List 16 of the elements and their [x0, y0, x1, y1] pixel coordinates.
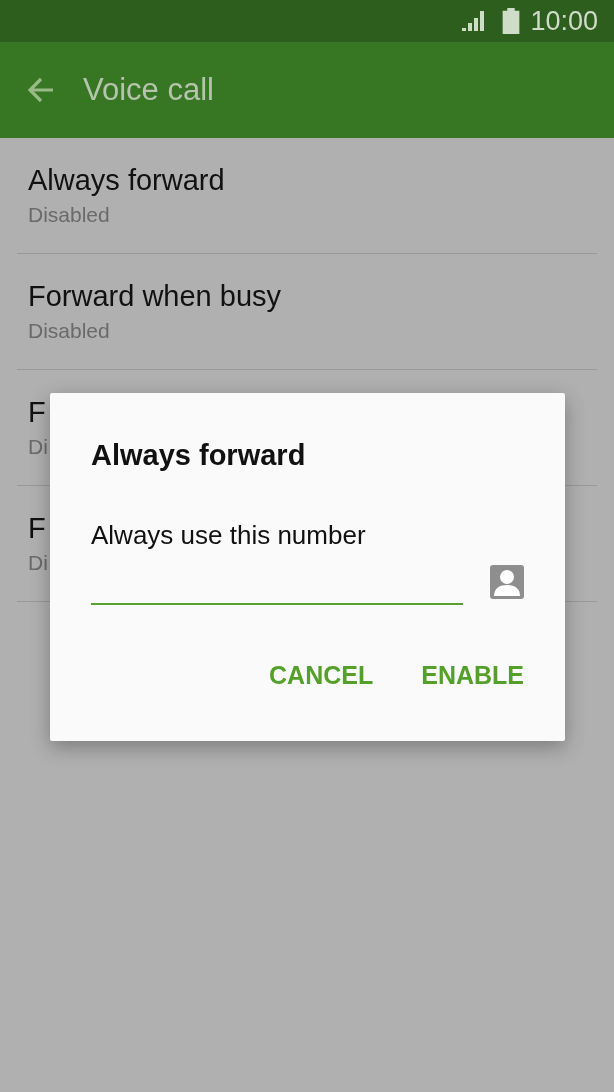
setting-title[interactable]: Always forward: [28, 164, 225, 197]
setting-title[interactable]: Forward when busy: [28, 280, 282, 313]
battery-icon: [502, 8, 521, 34]
setting-title[interactable]: F: [28, 512, 46, 545]
clock-time: 10:00: [530, 5, 598, 37]
setting-summary: Di: [28, 435, 48, 459]
setting-summary: Disabled: [28, 203, 110, 227]
signal-icon: [462, 11, 487, 31]
dialog-title: Always forward: [91, 439, 307, 472]
back-icon[interactable]: [27, 77, 55, 103]
setting-summary: Disabled: [28, 319, 110, 343]
contact-icon[interactable]: [490, 565, 524, 599]
screen-title: Voice call: [83, 72, 214, 108]
setting-title[interactable]: F: [28, 396, 46, 429]
field-label: Always use this number: [91, 520, 367, 551]
setting-summary: Di: [28, 551, 48, 575]
